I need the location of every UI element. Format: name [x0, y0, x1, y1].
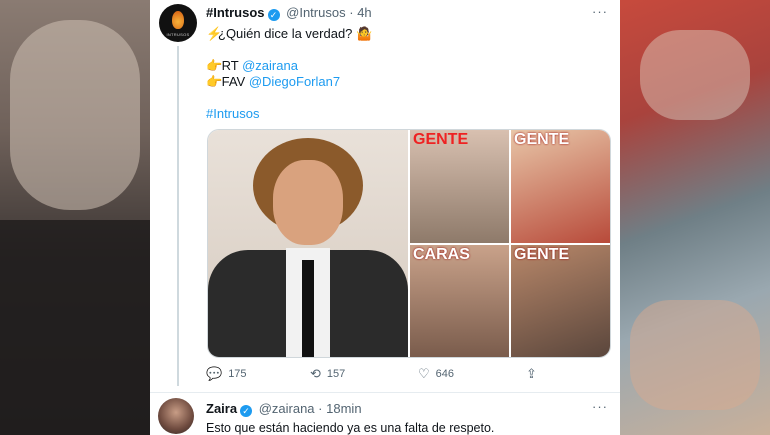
reply-count: 175 — [228, 368, 247, 380]
like-count: 646 — [435, 368, 455, 380]
mention-zairana[interactable]: @zairana — [242, 58, 298, 73]
tweet-timestamp[interactable]: 4h — [357, 5, 371, 20]
lightning-icon: ⚡ — [206, 26, 223, 41]
thread-line — [177, 46, 179, 386]
tweet-card: INTRUSOS #Intrusos ✓ @Intrusos · 4h ··· ⚡… — [150, 0, 620, 435]
reply-author-handle[interactable]: @zairana — [259, 401, 315, 416]
magazine-cover: CARAS — [410, 244, 509, 357]
hashtag-intrusos[interactable]: #Intrusos — [206, 106, 259, 121]
more-options-icon[interactable]: ··· — [592, 4, 608, 19]
like-button[interactable]: ♡ 646 — [418, 366, 454, 382]
pointing-hand-icon: 👉 — [206, 74, 223, 89]
magazine-masthead: GENTE — [514, 245, 570, 263]
avatar-logo-text: INTRUSOS — [166, 32, 190, 37]
magazine-cover: GENTE — [410, 130, 509, 243]
fav-label: FAV — [221, 74, 249, 89]
tweet-actions: 💬 175 ⟲ 157 ♡ 646 ⇪ — [206, 366, 606, 384]
tweet-question: ¿Quién dice la verdad? — [218, 26, 357, 41]
magazine-cover: GENTE — [511, 244, 610, 357]
author-handle[interactable]: @Intrusos — [286, 5, 345, 20]
retweet-button[interactable]: ⟲ 157 — [310, 366, 345, 382]
verified-badge-icon: ✓ — [240, 405, 253, 417]
reply-author-name[interactable]: Zaira — [206, 401, 237, 416]
flame-logo-icon — [172, 11, 184, 29]
tweet-text-line1: ⚡¿Quién dice la verdad? 🤷 — [206, 26, 372, 42]
blurred-background-right — [620, 0, 770, 435]
pointing-hand-icon: 👉 — [206, 58, 223, 73]
shrug-icon: 🤷 — [356, 26, 373, 41]
reply-header: Zaira ✓ @zairana · 18min — [206, 401, 362, 417]
mention-diegoforlan7[interactable]: @DiegoForlan7 — [249, 74, 340, 89]
tweet-text-fav: 👉 FAV @DiegoForlan7 — [206, 74, 340, 90]
reply-icon: 💬 — [206, 366, 223, 381]
tweet-media[interactable]: GENTE GENTE CARAS GENTE — [207, 129, 611, 358]
divider — [150, 392, 620, 393]
magazine-masthead: GENTE — [514, 131, 570, 148]
share-icon: ⇪ — [526, 366, 537, 381]
magazine-collage[interactable]: GENTE GENTE CARAS GENTE — [410, 130, 610, 357]
author-name[interactable]: #Intrusos — [206, 5, 265, 20]
reply-text: Esto que están haciendo ya es una falta … — [206, 421, 495, 435]
zaira-avatar[interactable] — [158, 398, 194, 434]
reply-timestamp[interactable]: 18min — [326, 401, 361, 416]
magazine-cover: GENTE — [511, 130, 610, 243]
man-in-suit-photo[interactable] — [208, 130, 408, 357]
intrusos-avatar[interactable]: INTRUSOS — [159, 4, 197, 42]
verified-badge-icon: ✓ — [267, 9, 280, 21]
header-separator: · — [349, 5, 354, 20]
reply-button[interactable]: 💬 175 — [206, 366, 247, 382]
magazine-masthead: CARAS — [413, 245, 470, 263]
tweet-text-rt: 👉 RT @zairana — [206, 58, 298, 74]
blurred-background-left — [0, 0, 150, 435]
magazine-masthead: GENTE — [413, 131, 469, 148]
heart-icon: ♡ — [418, 366, 430, 381]
more-options-icon[interactable]: ··· — [592, 399, 608, 414]
tweet-header: #Intrusos ✓ @Intrusos · 4h — [206, 5, 372, 21]
retweet-icon: ⟲ — [310, 366, 321, 381]
share-button[interactable]: ⇪ — [526, 366, 537, 382]
retweet-count: 157 — [326, 368, 346, 380]
rt-label: RT — [221, 58, 243, 73]
header-separator: · — [318, 401, 323, 416]
